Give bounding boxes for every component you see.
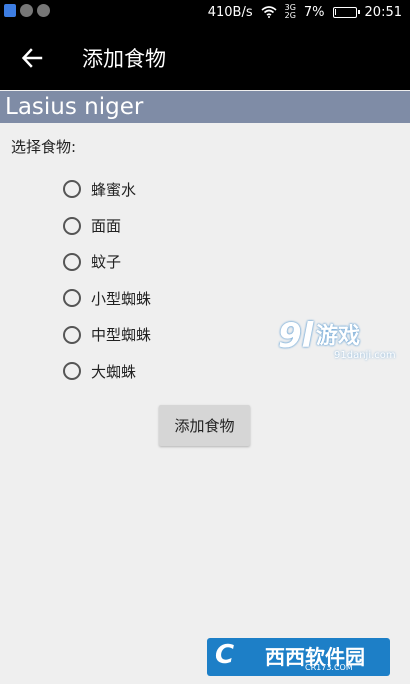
lock-icon bbox=[37, 4, 50, 17]
add-food-button[interactable]: 添加食物 bbox=[159, 405, 250, 446]
food-option-label: 大蜘蛛 bbox=[91, 362, 137, 381]
watermark-logo: 9l bbox=[278, 316, 314, 356]
watermark-url: CR173.COM bbox=[305, 663, 353, 672]
network-speed: 410B/s bbox=[207, 4, 253, 20]
status-bar: 410B/s 3G 2G 7% 20:51 bbox=[0, 0, 410, 24]
status-right: 410B/s 3G 2G 7% 20:51 bbox=[208, 4, 402, 20]
signal-indicator: 3G 2G bbox=[285, 4, 296, 20]
food-option-label: 小型蜘蛛 bbox=[91, 289, 152, 308]
wifi-icon bbox=[261, 6, 277, 18]
radio-unchecked-icon[interactable] bbox=[63, 289, 81, 308]
radio-unchecked-icon[interactable] bbox=[63, 362, 81, 381]
battery-percent: 7% bbox=[303, 4, 325, 20]
food-prompt: 选择食物: bbox=[11, 138, 77, 156]
watermark-mark: C bbox=[215, 640, 235, 670]
signal-2g-label: 2G bbox=[284, 11, 296, 20]
back-button[interactable] bbox=[18, 44, 46, 72]
status-time: 20:51 bbox=[364, 4, 402, 20]
page-title: 添加食物 bbox=[82, 47, 166, 71]
food-option-label: 蜂蜜水 bbox=[91, 180, 137, 199]
food-option-honey-water[interactable]: 蜂蜜水 bbox=[63, 171, 151, 207]
lock-icon bbox=[20, 4, 33, 17]
status-left-icons bbox=[4, 4, 50, 17]
watermark-cr173: C 西西软件园 CR173.COM bbox=[207, 638, 390, 676]
food-option-label: 蚊子 bbox=[91, 253, 122, 272]
toolbar: 添加食物 bbox=[0, 24, 410, 90]
battery-icon bbox=[332, 6, 360, 18]
radio-unchecked-icon[interactable] bbox=[63, 325, 81, 344]
battery-fill bbox=[334, 8, 336, 15]
food-options-group: 蜂蜜水 面面 蚊子 小型蜘蛛 中型蜘蛛 大蜘蛛 bbox=[63, 171, 151, 389]
watermark-brand: 游戏 bbox=[316, 324, 361, 349]
food-option-medium-spider[interactable]: 中型蜘蛛 bbox=[63, 317, 151, 353]
food-option-flour[interactable]: 面面 bbox=[63, 207, 151, 243]
radio-unchecked-icon[interactable] bbox=[63, 180, 81, 199]
food-option-big-spider[interactable]: 大蜘蛛 bbox=[63, 353, 151, 389]
food-option-label: 面面 bbox=[91, 217, 122, 236]
watermark-91danji: 9l 游戏 91danji.com bbox=[278, 316, 396, 361]
radio-unchecked-icon[interactable] bbox=[63, 216, 81, 235]
food-option-mosquito[interactable]: 蚊子 bbox=[63, 244, 151, 280]
radio-unchecked-icon[interactable] bbox=[63, 252, 81, 271]
food-option-label: 中型蜘蛛 bbox=[91, 326, 152, 345]
species-name-bar: Lasius niger bbox=[0, 91, 410, 123]
food-option-small-spider[interactable]: 小型蜘蛛 bbox=[63, 280, 151, 316]
shield-icon bbox=[4, 4, 16, 17]
arrow-left-icon bbox=[21, 48, 43, 68]
watermark-url: 91danji.com bbox=[334, 350, 396, 361]
